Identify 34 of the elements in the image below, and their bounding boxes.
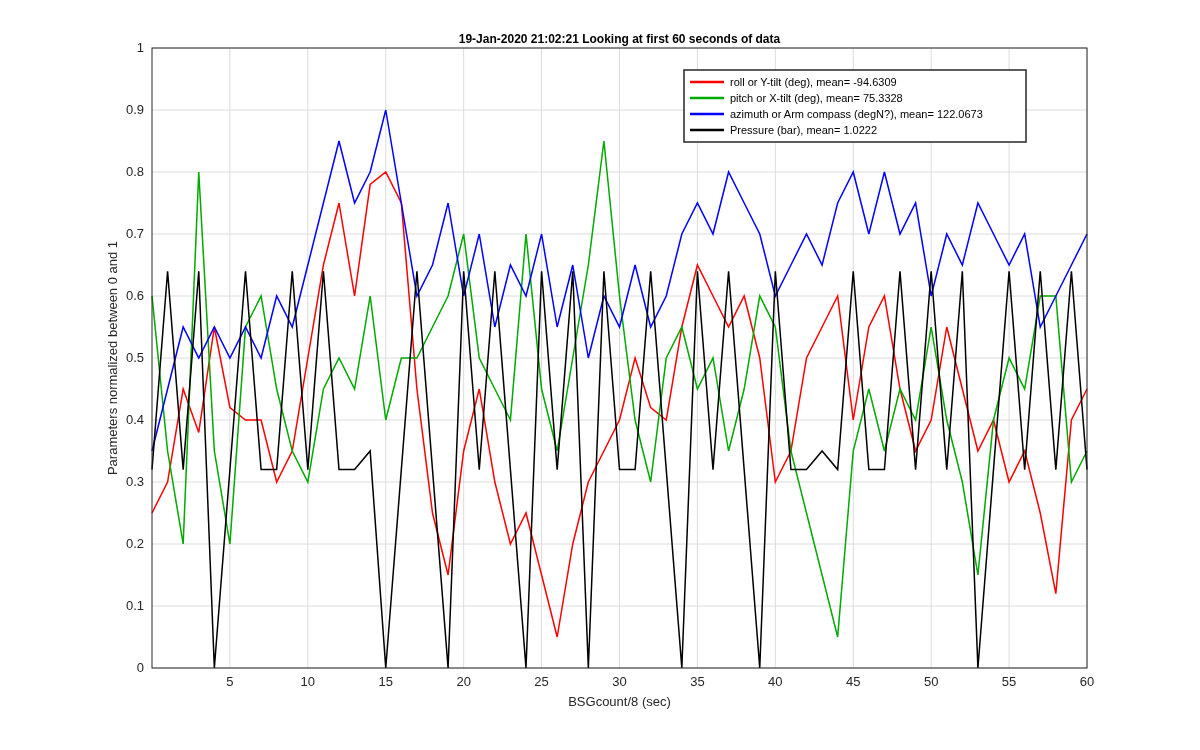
legend-swatch-icon [690,80,724,84]
tick-label: 5 [226,674,234,689]
legend-label: pitch or X-tilt (deg), mean= 75.3328 [730,92,903,104]
tick-label: 50 [923,674,939,689]
tick-label: 25 [534,674,549,689]
tick-label: 60 [1079,674,1095,689]
legend-swatch-icon [690,112,724,116]
tick-label: 10 [300,674,316,689]
tick-label: 0.5 [125,350,144,365]
legend-label: roll or Y-tilt (deg), mean= -94.6309 [730,76,897,88]
legend-label: azimuth or Arm compass (degN?), mean= 122.0673 [730,108,983,120]
tick-label: 0.8 [125,164,144,179]
tick-label: 1 [136,40,144,55]
y-axis-label: Parameters normalized between 0 and 1 [105,240,120,476]
chart-title: 19-Jan-2020 21:02:21 Looking at first 60 seconds of data [458,32,781,46]
legend-label: Pressure (bar), mean= 1.0222 [730,124,878,136]
tick-label: 45 [846,674,861,689]
legend-swatch-icon [690,96,724,100]
tick-label: 0.7 [125,226,144,241]
legend-swatch-icon [690,128,724,132]
tick-label: 30 [612,674,627,689]
tick-label: 15 [378,674,393,689]
tick-label: 55 [1001,674,1017,689]
tick-label: 40 [768,674,783,689]
tick-label: 0.3 [125,474,144,489]
tick-label: 0.1 [125,598,144,613]
tick-label: 0.2 [125,536,144,551]
x-axis-label: BSGcount/8 (sec) [568,694,671,709]
tick-label: 0.6 [125,288,144,303]
tick-label: 20 [456,674,471,689]
tick-label: 0 [136,660,144,675]
tick-label: 0.9 [125,102,144,117]
tick-label: 0.4 [125,412,144,427]
tick-label: 35 [690,674,705,689]
